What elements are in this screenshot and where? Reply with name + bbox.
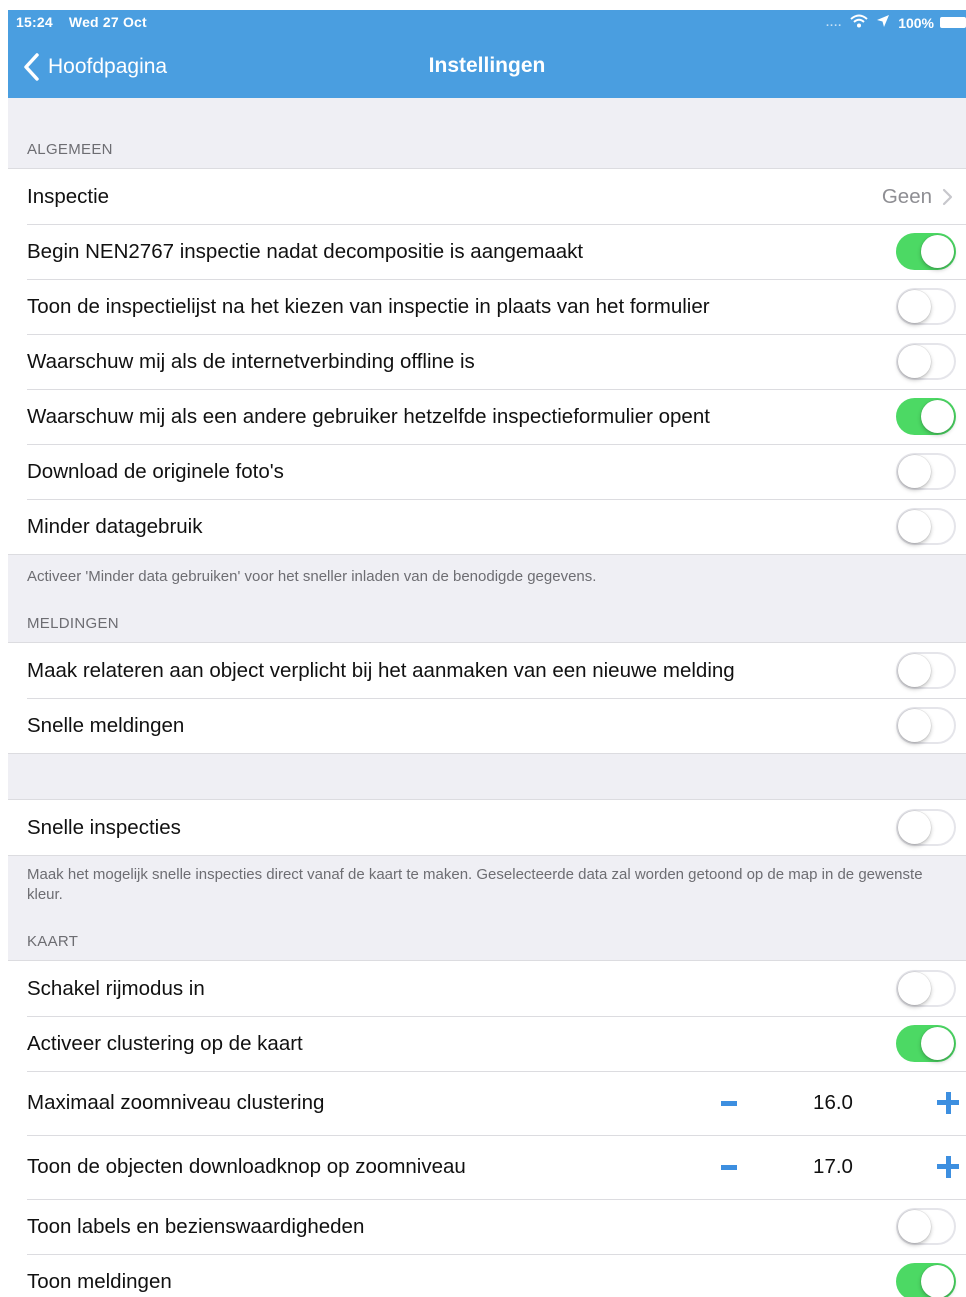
wifi-icon xyxy=(850,14,868,31)
toggle-minder-datagebruik[interactable] xyxy=(896,508,956,545)
row-toon-meldingen: Toon meldingen xyxy=(8,1254,966,1297)
section-footer-algemeen: Activeer 'Minder data gebruiken' voor he… xyxy=(27,568,597,585)
settings-group-algemeen: Inspectie Geen Begin NEN2767 inspectie n… xyxy=(8,168,966,555)
stepper-increment-button[interactable] xyxy=(937,1092,959,1114)
toggle-relateren-verplicht[interactable] xyxy=(896,652,956,689)
row-begin-nen-inspectie: Begin NEN2767 inspectie nadat decomposit… xyxy=(8,224,966,279)
section-header-meldingen: MELDINGEN xyxy=(27,615,119,632)
location-icon xyxy=(876,14,890,31)
status-date: Wed 27 Oct xyxy=(68,14,147,30)
row-label: Toon de objecten downloadknop op zoomniv… xyxy=(27,1155,466,1178)
row-waarschuw-gebruiker: Waarschuw mij als een andere gebruiker h… xyxy=(8,389,966,444)
toggle-rijmodus[interactable] xyxy=(896,970,956,1007)
row-label: Snelle inspecties xyxy=(27,815,181,839)
row-label: Waarschuw mij als een andere gebruiker h… xyxy=(27,404,710,428)
stepper-decrement-button[interactable] xyxy=(721,1165,737,1170)
status-bar-right: .... 100% xyxy=(826,14,966,31)
signal-indicator: .... xyxy=(825,16,843,29)
battery-icon xyxy=(940,17,966,28)
section-footer-inspecties: Maak het mogelijk snelle inspecties dire… xyxy=(27,866,923,903)
row-label: Maak relateren aan object verplicht bij … xyxy=(27,658,735,682)
toggle-clustering[interactable] xyxy=(896,1025,956,1062)
row-download-knop-zoom: Toon de objecten downloadknop op zoomniv… xyxy=(8,1135,966,1199)
row-label: Snelle meldingen xyxy=(27,713,185,737)
row-detail-value: Geen xyxy=(881,184,932,208)
toggle-begin-nen-inspectie[interactable] xyxy=(896,233,956,270)
row-download-fotos: Download de originele foto's xyxy=(8,444,966,499)
page-title: Instellingen xyxy=(428,54,546,77)
row-label: Activeer clustering op de kaart xyxy=(27,1031,303,1055)
toggle-labels-bezienswaardigheden[interactable] xyxy=(896,1208,956,1245)
toggle-snelle-meldingen[interactable] xyxy=(896,707,956,744)
settings-group-meldingen: Maak relateren aan object verplicht bij … xyxy=(8,642,966,754)
stepper-decrement-button[interactable] xyxy=(721,1101,737,1106)
row-relateren-verplicht: Maak relateren aan object verplicht bij … xyxy=(8,643,966,698)
row-snelle-inspecties: Snelle inspecties xyxy=(8,800,966,855)
battery-percentage: 100% xyxy=(898,14,934,31)
row-label: Inspectie xyxy=(27,184,110,208)
toggle-snelle-inspecties[interactable] xyxy=(896,809,956,846)
settings-group-inspecties: Snelle inspecties xyxy=(8,799,966,856)
status-bar-left: 15:24 Wed 27 Oct xyxy=(16,14,147,30)
row-inspectie[interactable]: Inspectie Geen xyxy=(8,169,966,224)
row-rijmodus: Schakel rijmodus in xyxy=(8,961,966,1016)
toggle-toon-inspectielijst[interactable] xyxy=(896,288,956,325)
stepper-value: 17.0 xyxy=(813,1155,853,1178)
row-waarschuw-offline: Waarschuw mij als de internetverbinding … xyxy=(8,334,966,389)
row-labels-bezienswaardigheden: Toon labels en bezienswaardigheden xyxy=(8,1199,966,1254)
toggle-toon-meldingen[interactable] xyxy=(896,1263,956,1297)
row-label: Minder datagebruik xyxy=(27,514,203,538)
section-header-kaart: KAART xyxy=(27,933,79,950)
navigation-bar: 15:24 Wed 27 Oct .... 100% Hoofdpagina I… xyxy=(8,10,966,98)
row-snelle-meldingen: Snelle meldingen xyxy=(8,698,966,753)
row-label: Toon meldingen xyxy=(27,1269,172,1293)
status-time: 15:24 xyxy=(16,14,53,30)
settings-screen: 15:24 Wed 27 Oct .... 100% Hoofdpagina I… xyxy=(8,10,966,1297)
toggle-waarschuw-offline[interactable] xyxy=(896,343,956,380)
row-clustering: Activeer clustering op de kaart xyxy=(8,1016,966,1071)
row-label: Maximaal zoomniveau clustering xyxy=(27,1091,325,1114)
row-label: Begin NEN2767 inspectie nadat decomposit… xyxy=(27,239,584,263)
row-label: Download de originele foto's xyxy=(27,459,284,483)
toggle-download-fotos[interactable] xyxy=(896,453,956,490)
row-label: Toon de inspectielijst na het kiezen van… xyxy=(27,294,710,318)
row-toon-inspectielijst: Toon de inspectielijst na het kiezen van… xyxy=(8,279,966,334)
chevron-right-icon xyxy=(942,188,953,205)
toggle-waarschuw-gebruiker[interactable] xyxy=(896,398,956,435)
settings-group-kaart: Schakel rijmodus in Activeer clustering … xyxy=(8,960,966,1297)
section-header-algemeen: ALGEMEEN xyxy=(27,141,113,158)
row-label: Waarschuw mij als de internetverbinding … xyxy=(27,349,475,373)
row-minder-datagebruik: Minder datagebruik xyxy=(8,499,966,554)
stepper-increment-button[interactable] xyxy=(937,1156,959,1178)
row-label: Schakel rijmodus in xyxy=(27,976,205,1000)
row-label: Toon labels en bezienswaardigheden xyxy=(27,1214,365,1238)
row-max-zoom-clustering: Maximaal zoomniveau clustering 16.0 xyxy=(8,1071,966,1135)
stepper-value: 16.0 xyxy=(813,1091,853,1114)
